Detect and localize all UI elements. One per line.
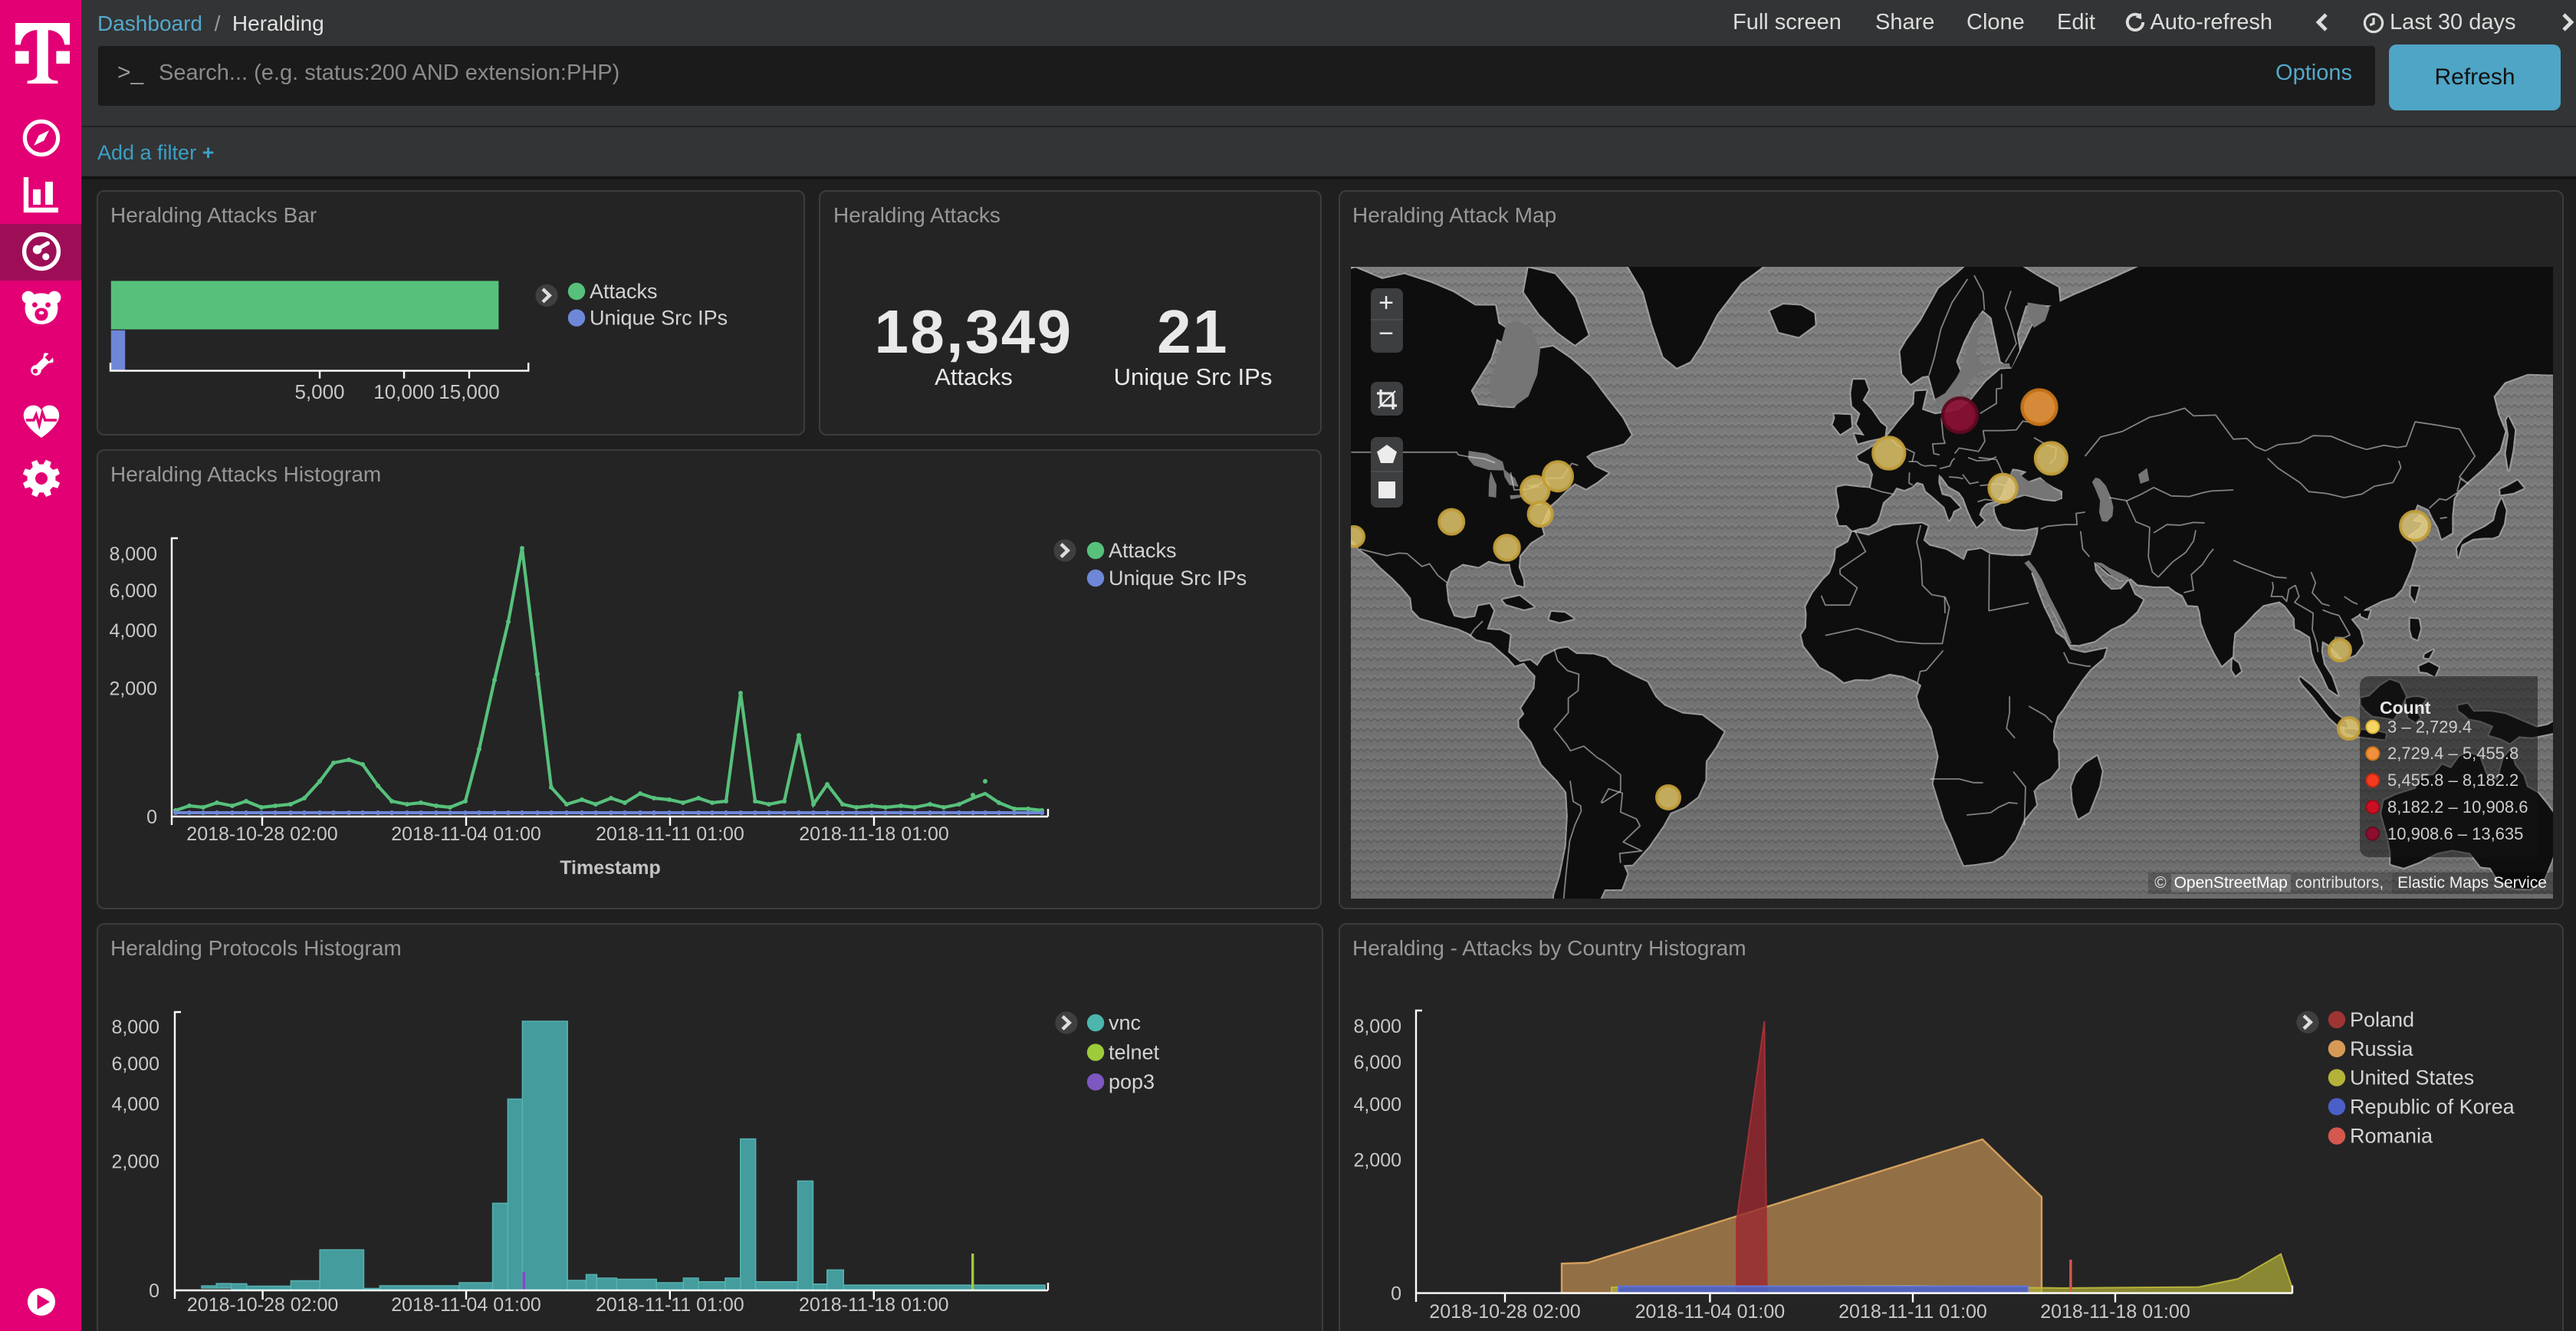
svg-text:8,182.2 – 10,908.6: 8,182.2 – 10,908.6 [2387,797,2528,816]
svg-text:6,000: 6,000 [1352,1051,1401,1073]
svg-text:6,000: 6,000 [110,1053,159,1074]
svg-text:2018-11-11 01:00: 2018-11-11 01:00 [595,823,744,844]
svg-text:Unique Src IPs: Unique Src IPs [589,307,727,330]
svg-text:Romania: Romania [2349,1124,2433,1147]
svg-text:Unique Src IPs: Unique Src IPs [1108,566,1246,589]
svg-text:telnet: telnet [1108,1040,1159,1063]
svg-text:4,000: 4,000 [1352,1093,1401,1115]
svg-text:0: 0 [1390,1283,1401,1304]
svg-text:2018-11-18 01:00: 2018-11-18 01:00 [798,1293,948,1315]
svg-text:Poland: Poland [2349,1007,2413,1030]
svg-text:2018-11-04 01:00: 2018-11-04 01:00 [390,823,540,844]
svg-text:2018-10-28 02:00: 2018-10-28 02:00 [186,823,337,844]
svg-text:2018-11-18 01:00: 2018-11-18 01:00 [2039,1300,2190,1322]
svg-text:2018-11-18 01:00: 2018-11-18 01:00 [798,823,948,844]
svg-text:5,000: 5,000 [294,380,343,403]
svg-text:Attacks: Attacks [589,280,657,303]
svg-text:Russia: Russia [2349,1037,2413,1060]
svg-text:Timestamp: Timestamp [559,856,660,878]
svg-text:8,000: 8,000 [1352,1015,1401,1037]
svg-text:Count: Count [2379,697,2430,717]
svg-text:2,000: 2,000 [1352,1149,1401,1170]
svg-text:2018-10-28 02:00: 2018-10-28 02:00 [186,1293,337,1315]
svg-text:3 – 2,729.4: 3 – 2,729.4 [2387,716,2471,735]
svg-text:8,000: 8,000 [110,1016,159,1037]
svg-text:2018-11-04 01:00: 2018-11-04 01:00 [1635,1300,1785,1322]
svg-text:10,908.6 – 13,635: 10,908.6 – 13,635 [2387,823,2522,843]
svg-text:Attacks: Attacks [1108,538,1176,561]
svg-text:4,000: 4,000 [110,1093,159,1114]
svg-text:15,000: 15,000 [438,380,499,403]
svg-text:2018-11-11 01:00: 2018-11-11 01:00 [1838,1300,1986,1322]
svg-text:Republic of Korea: Republic of Korea [2349,1094,2515,1117]
svg-text:4,000: 4,000 [108,619,156,641]
svg-text:0: 0 [148,1280,159,1301]
svg-text:0: 0 [146,806,156,827]
svg-text:2018-10-28 02:00: 2018-10-28 02:00 [1428,1300,1579,1322]
svg-text:5,455.8 – 8,182.2: 5,455.8 – 8,182.2 [2387,770,2518,789]
svg-text:8,000: 8,000 [108,543,156,564]
svg-text:United States: United States [2349,1066,2473,1089]
svg-text:vnc: vnc [1108,1011,1140,1034]
svg-text:2,000: 2,000 [110,1151,159,1172]
svg-text:2,000: 2,000 [108,677,156,698]
svg-text:2018-11-11 01:00: 2018-11-11 01:00 [595,1293,744,1315]
svg-text:2,729.4 – 5,455.8: 2,729.4 – 5,455.8 [2387,743,2518,762]
svg-text:10,000: 10,000 [373,380,434,403]
svg-text:2018-11-04 01:00: 2018-11-04 01:00 [390,1293,540,1315]
svg-text:6,000: 6,000 [108,580,156,601]
svg-text:pop3: pop3 [1108,1070,1154,1093]
